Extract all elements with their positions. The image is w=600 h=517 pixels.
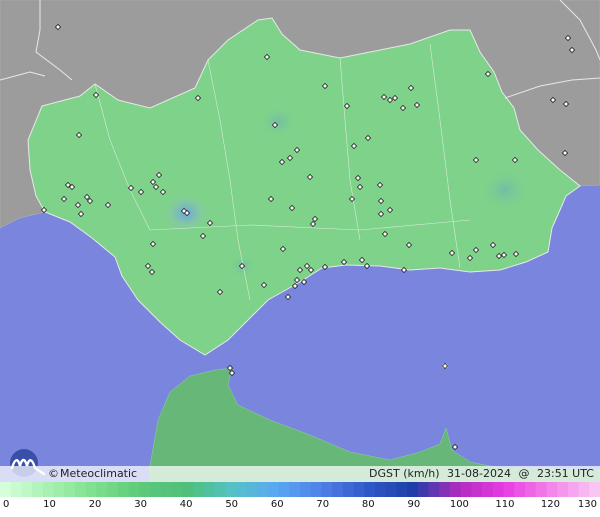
color-scale-cell [396, 482, 408, 497]
color-scale-tick-label: 0 [3, 499, 10, 510]
color-scale-cell [332, 482, 344, 497]
color-scale-cell [289, 482, 301, 497]
color-scale-cell [375, 482, 387, 497]
color-scale-cell [428, 482, 440, 497]
color-scale-cell [407, 482, 419, 497]
color-scale-cell [310, 482, 322, 497]
color-scale-cell [64, 482, 76, 497]
copyright-symbol: © [48, 467, 59, 480]
color-scale-cell [203, 482, 215, 497]
color-scale-cell [225, 482, 237, 497]
color-scale-cell [342, 482, 354, 497]
color-scale-cell [96, 482, 108, 497]
color-scale-cell [160, 482, 172, 497]
color-scale-cell [525, 482, 537, 497]
color-scale-tick-label: 130 [577, 499, 597, 510]
color-scale-cell [417, 482, 429, 497]
color-scale-cell [139, 482, 151, 497]
color-scale-cell [85, 482, 97, 497]
color-scale-cell [503, 482, 515, 497]
color-scale-cell [246, 482, 258, 497]
color-scale-cell [300, 482, 312, 497]
color-scale-tick-label: 110 [495, 499, 515, 510]
color-scale-tick-label: 40 [179, 499, 193, 510]
color-scale-tick-label: 50 [225, 499, 239, 510]
credit-text: ©Meteoclimatic [48, 466, 137, 482]
map-container: ©Meteoclimatic DGST (km/h) 31-08-2024 @ … [0, 0, 600, 517]
color-scale-cell [150, 482, 162, 497]
color-scale-cell [450, 482, 462, 497]
color-scale-cell [53, 482, 65, 497]
color-scale-tick-label: 60 [270, 499, 284, 510]
color-scale-cell [214, 482, 226, 497]
color-scale-cell [482, 482, 494, 497]
color-scale-cell [171, 482, 183, 497]
color-scale-tick-label: 10 [43, 499, 56, 510]
color-scale-tick-label: 100 [449, 499, 469, 510]
color-scale-cell [128, 482, 140, 497]
color-scale-cell [0, 482, 12, 497]
wind-gust-map [0, 0, 600, 482]
color-scale-cell [589, 482, 600, 497]
color-scale-cell [353, 482, 365, 497]
color-scale-tick-label: 30 [134, 499, 147, 510]
variable-label: DGST (km/h) [369, 467, 440, 480]
color-scale-cell [578, 482, 590, 497]
color-scale-cell [321, 482, 333, 497]
color-scale-cell [10, 482, 22, 497]
at-label: @ [518, 467, 530, 480]
color-scale-cell [535, 482, 547, 497]
color-scale-cell [460, 482, 472, 497]
color-scale-tick-label: 120 [540, 499, 560, 510]
color-scale-cell [257, 482, 269, 497]
color-scale-cell [182, 482, 194, 497]
time-label: 23:51 UTC [536, 467, 594, 480]
color-scale-cell [21, 482, 33, 497]
color-scale-cell [278, 482, 290, 497]
color-scale-cell [385, 482, 397, 497]
color-scale-tick-label: 80 [361, 499, 375, 510]
color-scale-cell [364, 482, 376, 497]
color-scale-cell [192, 482, 204, 497]
color-scale-cell [546, 482, 558, 497]
map-caption: DGST (km/h) 31-08-2024 @ 23:51 UTC [365, 466, 594, 482]
date-label: 31-08-2024 [447, 467, 511, 480]
color-scale-cell [267, 482, 279, 497]
color-scale-cell [439, 482, 451, 497]
color-scale-cell [235, 482, 247, 497]
color-scale-cell [42, 482, 54, 497]
color-scale-cell [75, 482, 87, 497]
color-scale-cell [492, 482, 504, 497]
gust-hotspot [258, 106, 298, 138]
color-scale-cell [471, 482, 483, 497]
color-scale-tick-label: 20 [88, 499, 102, 510]
gust-hotspot [479, 168, 531, 212]
color-scale-cell [117, 482, 129, 497]
color-scale-tick-label: 70 [316, 499, 330, 510]
color-scale-cell [567, 482, 579, 497]
color-scale-cell [107, 482, 119, 497]
color-scale-cell [557, 482, 569, 497]
color-scale-cell [514, 482, 526, 497]
color-scale-cell [32, 482, 44, 497]
credit-label: Meteoclimatic [60, 467, 138, 480]
color-scale-tick-label: 90 [407, 499, 421, 510]
